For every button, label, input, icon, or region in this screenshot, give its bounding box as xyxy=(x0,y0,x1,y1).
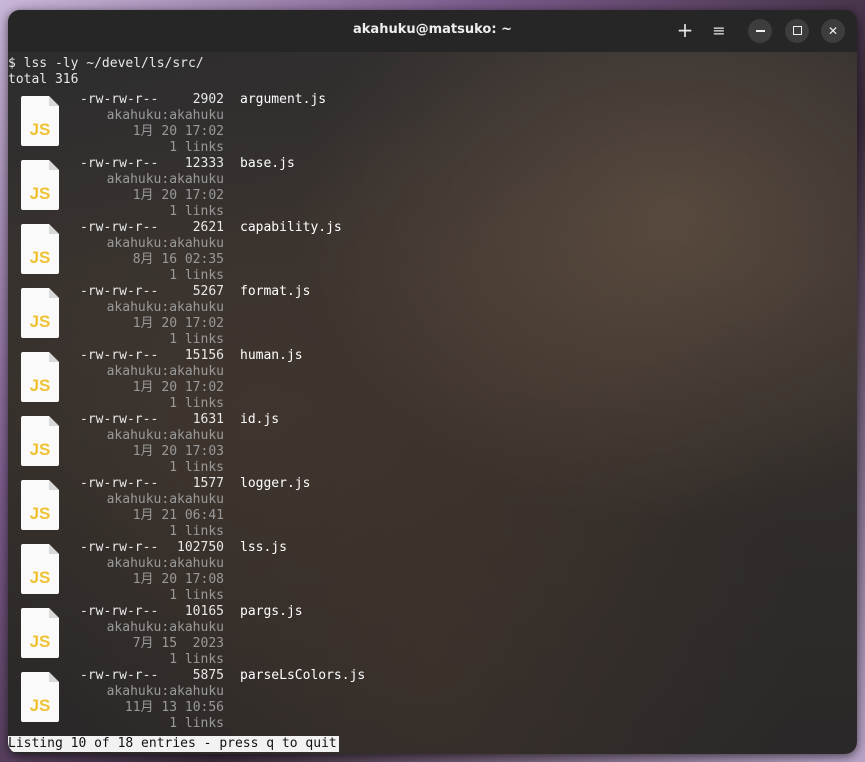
js-file-icon: JS xyxy=(21,416,59,466)
menu-button[interactable]: ≡ xyxy=(708,21,730,41)
file-entry: JS -rw-rw-r-- 2621 capability.js akahuku:aka… xyxy=(8,216,857,283)
minimize-button[interactable] xyxy=(748,19,772,43)
file-permissions: -rw-rw-r-- xyxy=(80,284,159,299)
js-file-icon: JS xyxy=(21,672,59,722)
js-file-icon: JS xyxy=(21,96,59,146)
maximize-button[interactable] xyxy=(785,19,809,43)
file-name: capability.js xyxy=(240,220,342,235)
total-line: total 316 xyxy=(8,72,79,87)
file-name: argument.js xyxy=(240,92,327,107)
file-owner: akahuku:akahuku xyxy=(106,684,224,699)
js-file-icon: JS xyxy=(21,544,59,594)
js-icon-label: JS xyxy=(30,312,51,331)
js-file-icon: JS xyxy=(21,480,59,530)
file-permissions: -rw-rw-r-- xyxy=(80,540,159,555)
file-name: format.js xyxy=(240,284,311,299)
file-owner: akahuku:akahuku xyxy=(106,172,224,187)
js-icon-label: JS xyxy=(30,568,51,587)
file-mtime: 1月 20 17:02 xyxy=(132,188,224,203)
file-size: 102750 xyxy=(177,540,224,555)
file-permissions: -rw-rw-r-- xyxy=(80,92,159,107)
file-entry: JS -rw-rw-r-- 12333 base.js akahuku:akahuku 1… xyxy=(8,152,857,219)
file-permissions: -rw-rw-r-- xyxy=(80,348,159,363)
file-entry: JS -rw-rw-r-- 1631 id.js akahuku:akahuku 1月 2… xyxy=(8,408,857,475)
file-owner: akahuku:akahuku xyxy=(106,300,224,315)
js-file-icon: JS xyxy=(21,352,59,402)
close-icon: ✕ xyxy=(827,24,839,38)
title-bar[interactable]: akahuku@matsuko: ~ + ≡ ✕ xyxy=(8,10,857,52)
file-owner: akahuku:akahuku xyxy=(106,492,224,507)
file-mtime: 1月 20 17:02 xyxy=(132,380,224,395)
file-size: 1577 xyxy=(192,476,224,491)
js-file-icon: JS xyxy=(21,224,59,274)
js-icon-label: JS xyxy=(30,184,51,203)
file-name: base.js xyxy=(240,156,295,171)
file-mtime: 1月 21 06:41 xyxy=(132,508,224,523)
file-name: parseLsColors.js xyxy=(240,668,366,683)
file-mtime: 1月 20 17:03 xyxy=(132,444,224,459)
file-entry: JS -rw-rw-r-- 1577 logger.js akahuku:akahuku… xyxy=(8,472,857,539)
file-entry: JS -rw-rw-r-- 5875 parseLsColors.js akahuku:… xyxy=(8,664,857,731)
close-button[interactable]: ✕ xyxy=(821,19,845,43)
file-permissions: -rw-rw-r-- xyxy=(80,412,159,427)
file-name: id.js xyxy=(240,412,280,427)
file-mtime: 1月 20 17:08 xyxy=(132,572,224,587)
file-entry: JS -rw-rw-r-- 2902 argument.js akahuku:akahu… xyxy=(8,88,857,155)
file-owner: akahuku:akahuku xyxy=(106,620,224,635)
new-tab-button[interactable]: + xyxy=(674,20,696,41)
status-bar: Listing 10 of 18 entries - press q to qu… xyxy=(8,736,339,752)
js-icon-label: JS xyxy=(30,696,51,715)
file-owner: akahuku:akahuku xyxy=(106,364,224,379)
terminal-window: akahuku@matsuko: ~ + ≡ ✕ $ lss -ly ~/dev… xyxy=(8,10,857,754)
file-links: 1 links xyxy=(169,716,224,731)
file-entry: JS -rw-rw-r-- 5267 format.js akahuku:akahuku… xyxy=(8,280,857,347)
file-permissions: -rw-rw-r-- xyxy=(80,156,159,171)
file-owner: akahuku:akahuku xyxy=(106,556,224,571)
terminal-output[interactable]: $ lss -ly ~/devel/ls/src/ total 316 JS -r… xyxy=(8,52,857,754)
file-permissions: -rw-rw-r-- xyxy=(80,604,159,619)
file-name: lss.js xyxy=(240,540,287,555)
file-owner: akahuku:akahuku xyxy=(106,108,224,123)
maximize-icon xyxy=(792,25,802,35)
file-size: 1631 xyxy=(192,412,224,427)
file-permissions: -rw-rw-r-- xyxy=(80,476,159,491)
js-icon-label: JS xyxy=(30,632,51,651)
command-line: $ lss -ly ~/devel/ls/src/ xyxy=(8,56,204,71)
file-owner: akahuku:akahuku xyxy=(106,428,224,443)
file-name: human.js xyxy=(240,348,303,363)
file-size: 12333 xyxy=(184,156,224,171)
file-entry: JS -rw-rw-r-- 15156 human.js akahuku:akahuku… xyxy=(8,344,857,411)
file-mtime: 1月 20 17:02 xyxy=(132,316,224,331)
file-size: 2902 xyxy=(192,92,224,107)
file-size: 5875 xyxy=(192,668,224,683)
file-name: pargs.js xyxy=(240,604,303,619)
js-icon-label: JS xyxy=(30,120,51,139)
file-size: 5267 xyxy=(192,284,224,299)
minimize-icon xyxy=(755,29,765,32)
file-entry: JS -rw-rw-r-- 10165 pargs.js akahuku:akahuku… xyxy=(8,600,857,667)
js-icon-label: JS xyxy=(30,248,51,267)
file-mtime: 11月 13 10:56 xyxy=(124,700,224,715)
js-file-icon: JS xyxy=(21,160,59,210)
file-entry: JS -rw-rw-r-- 102750 lss.js akahuku:akahuku 1… xyxy=(8,536,857,603)
file-mtime: 8月 16 02:35 xyxy=(132,252,224,267)
file-owner: akahuku:akahuku xyxy=(106,236,224,251)
js-file-icon: JS xyxy=(21,288,59,338)
file-mtime: 1月 20 17:02 xyxy=(132,124,224,139)
js-icon-label: JS xyxy=(30,440,51,459)
js-icon-label: JS xyxy=(30,504,51,523)
file-size: 10165 xyxy=(184,604,224,619)
file-size: 15156 xyxy=(184,348,224,363)
js-icon-label: JS xyxy=(30,376,51,395)
file-mtime: 7月 15 2023 xyxy=(132,636,224,651)
js-file-icon: JS xyxy=(21,608,59,658)
file-permissions: -rw-rw-r-- xyxy=(80,668,159,683)
file-permissions: -rw-rw-r-- xyxy=(80,220,159,235)
file-name: logger.js xyxy=(240,476,311,491)
file-size: 2621 xyxy=(192,220,224,235)
